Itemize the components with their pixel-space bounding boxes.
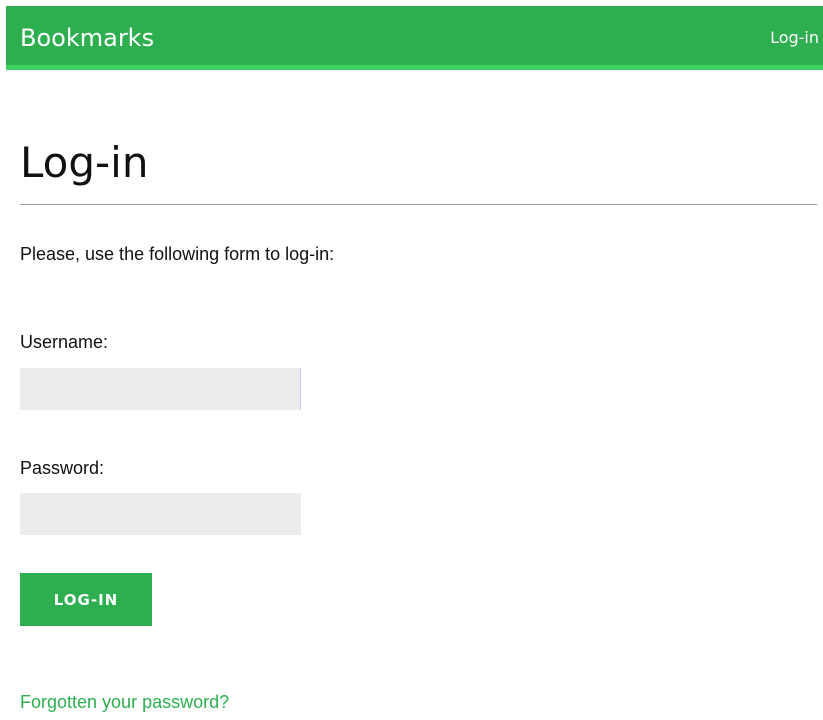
password-input[interactable] bbox=[20, 493, 301, 535]
login-button[interactable]: LOG-IN bbox=[20, 573, 152, 626]
title-divider bbox=[20, 204, 817, 205]
username-label: Username: bbox=[20, 332, 109, 352]
page-title: Log-in bbox=[20, 138, 149, 187]
nav-login-link[interactable]: Log-in bbox=[770, 28, 819, 47]
forgot-password-link[interactable]: Forgotten your password? bbox=[20, 692, 229, 713]
password-label: Password: bbox=[20, 458, 105, 478]
username-input[interactable] bbox=[20, 368, 301, 410]
site-logo[interactable]: Bookmarks bbox=[20, 24, 154, 52]
top-header: Bookmarks Log-in bbox=[6, 6, 823, 70]
intro-text: Please, use the following form to log-in… bbox=[20, 244, 335, 264]
